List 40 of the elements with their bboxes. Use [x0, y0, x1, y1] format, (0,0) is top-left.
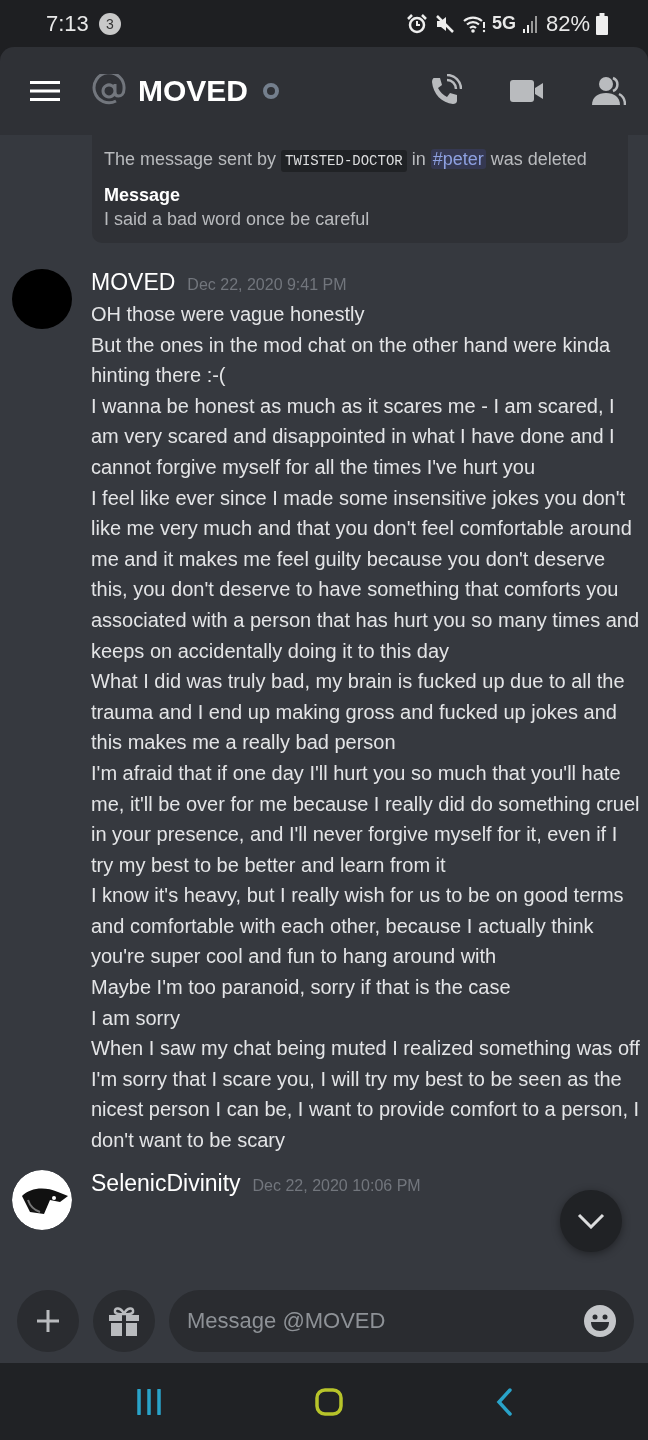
notification-badge: 3	[98, 12, 121, 35]
timestamp: Dec 22, 2020 10:06 PM	[252, 1176, 421, 1195]
mute-icon	[433, 12, 456, 35]
signal-icon	[521, 13, 540, 34]
embed-field-name: Message	[104, 184, 181, 207]
message-input[interactable]: Message @MOVED	[169, 1289, 634, 1352]
gift-icon	[108, 1305, 140, 1336]
message-text: I am sorry	[91, 1005, 181, 1031]
back-icon[interactable]	[495, 1387, 512, 1416]
battery-icon	[596, 12, 608, 35]
menu-icon[interactable]	[30, 80, 60, 102]
channel-title: MOVED	[138, 74, 248, 108]
members-icon[interactable]	[592, 76, 626, 106]
plus-icon	[36, 1308, 60, 1333]
message-text: I'm afraid that if one day I'll hurt you so much that you'll hate me, it'll be over for me because I really did do something cruel in your presence, and I'll never forgive myself for it, even if I try my best to be better and learn from it	[91, 760, 640, 878]
embed-description: The message sent by TWISTED-DOCTOR in #peter was deleted	[104, 147, 616, 173]
message-text: What I did was truly bad, my brain is fucked up due to all the trauma and I end up making gross and fucked up jokes and this makes me a really bad person	[91, 669, 626, 756]
message-text: I feel like ever since I made some insensitive jokes you don't like me very much and that you don't feel comfortable around me and it makes me feel guilty because you don't deserve this, you don't deserve to have something that comforts you associated with a person that has hurt you so many times and keeps on accidentally doing it to this day	[91, 485, 640, 664]
timestamp: Dec 22, 2020 9:41 PM	[187, 276, 347, 294]
author-name[interactable]: MOVED	[91, 269, 176, 296]
message-text: I wanna be honest as much as it scares me - I am scared, I am very scared and disappointed in what I have done and I cannot forgive myself for all the times I've hurt you	[91, 393, 616, 480]
network-label: 5G	[491, 13, 516, 34]
message-text: But the ones in the mod chat on the other hand were kinda hinting there :-(	[91, 332, 612, 389]
author-name[interactable]: SelenicDivinity	[91, 1169, 241, 1197]
recent-apps-icon[interactable]	[136, 1388, 163, 1415]
channel-mention[interactable]: #peter	[430, 149, 486, 169]
message-text: Maybe I'm too paranoid, sorry if that is the case	[91, 975, 512, 1001]
emoji-icon[interactable]	[584, 1304, 616, 1337]
video-camera-icon[interactable]	[510, 78, 544, 104]
chevron-down-icon	[577, 1213, 605, 1229]
message-text: OH those were vague honestly	[91, 302, 366, 327]
message-text: When I saw my chat being muted I realized something was off	[91, 1036, 640, 1062]
clock-time: 7:13	[46, 10, 89, 37]
embed-field-value: I said a bad word once be careful	[104, 208, 370, 231]
jump-to-bottom-button[interactable]	[560, 1190, 622, 1252]
home-icon[interactable]	[315, 1387, 343, 1416]
message-text: I'm sorry that I scare you, I will try my best to be seen as the nicest person I can be, I want to provide comfort to a person, I don't want to be scary	[91, 1066, 640, 1154]
battery-percent: 82%	[545, 10, 590, 37]
alarm-icon	[405, 12, 428, 35]
message-text: I know it's heavy, but I really wish for us to be on good terms and comfortable with each other, because I actually think you're super cool and fun to hang around with	[91, 883, 625, 970]
